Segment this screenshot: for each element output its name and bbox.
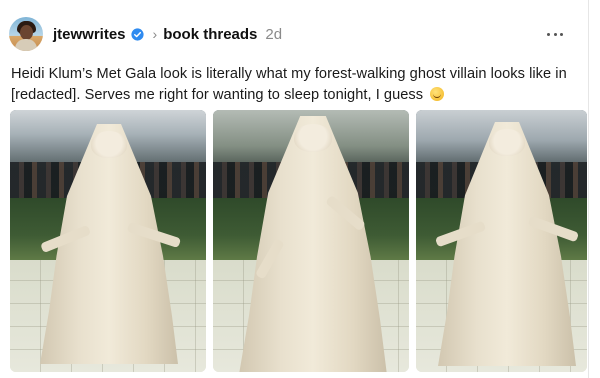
photo-2[interactable] — [213, 110, 409, 372]
photo-carousel[interactable] — [10, 110, 587, 372]
username-link[interactable]: jtewwrites — [53, 26, 126, 43]
photo-3[interactable] — [416, 110, 587, 372]
thread-name-link[interactable]: book threads — [163, 26, 257, 43]
figure-statue — [233, 116, 393, 372]
avatar[interactable] — [9, 17, 43, 51]
figure-statue — [34, 124, 184, 364]
post-header: jtewwrites › book threads 2d — [53, 24, 282, 44]
post-text-content: Heidi Klum’s Met Gala look is literally … — [11, 66, 567, 103]
photo-1[interactable] — [10, 110, 206, 372]
thread-post-card: jtewwrites › book threads 2d Heidi Klum’… — [0, 0, 589, 378]
post-text: Heidi Klum’s Met Gala look is literally … — [11, 64, 576, 106]
chevron-right-icon: › — [152, 26, 158, 42]
figure-statue — [432, 122, 582, 366]
post-timestamp: 2d — [265, 25, 283, 43]
more-horizontal-icon[interactable] — [547, 31, 563, 37]
verified-badge-icon — [130, 27, 144, 41]
grinning-sweat-emoji-icon — [430, 87, 445, 101]
